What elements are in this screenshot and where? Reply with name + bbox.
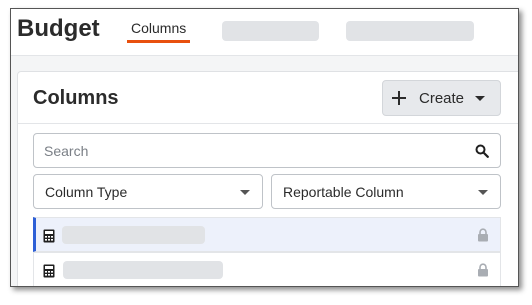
columns-panel: Columns Create Column Type Reportable Co…: [17, 71, 518, 286]
top-navigation-bar: Budget Columns: [11, 9, 518, 56]
app-window: Budget Columns Columns Create Column Typ…: [10, 8, 519, 287]
panel-header: Columns Create: [18, 72, 518, 124]
row-label-placeholder: [62, 226, 205, 244]
list-item[interactable]: [33, 217, 501, 252]
reportable-column-select[interactable]: Reportable Column: [271, 174, 501, 209]
list-item[interactable]: [33, 252, 501, 286]
plus-icon: [392, 91, 406, 105]
row-label-placeholder: [63, 261, 223, 279]
panel-title: Columns: [33, 87, 119, 109]
search-field[interactable]: [33, 133, 501, 168]
search-icon[interactable]: [475, 144, 489, 158]
active-tab-indicator: [127, 40, 191, 43]
chevron-down-icon: [478, 190, 488, 195]
create-button[interactable]: Create: [382, 80, 501, 116]
search-input[interactable]: [34, 134, 500, 167]
tab-placeholder[interactable]: [346, 21, 474, 41]
app-title: Budget: [17, 15, 100, 42]
tab-placeholder[interactable]: [222, 21, 319, 41]
column-type-select-value: Column Type: [45, 184, 128, 200]
chevron-down-icon[interactable]: [475, 95, 486, 101]
create-button-label: Create: [419, 89, 465, 107]
calculator-icon: [43, 229, 55, 243]
lock-icon: [478, 228, 488, 242]
calculator-icon: [43, 264, 55, 278]
chevron-down-icon: [240, 190, 250, 195]
tab-columns[interactable]: Columns: [127, 20, 191, 44]
lock-icon: [478, 263, 488, 277]
reportable-column-select-value: Reportable Column: [283, 184, 404, 200]
tab-columns-label: Columns: [131, 20, 187, 36]
column-type-select[interactable]: Column Type: [33, 174, 263, 209]
